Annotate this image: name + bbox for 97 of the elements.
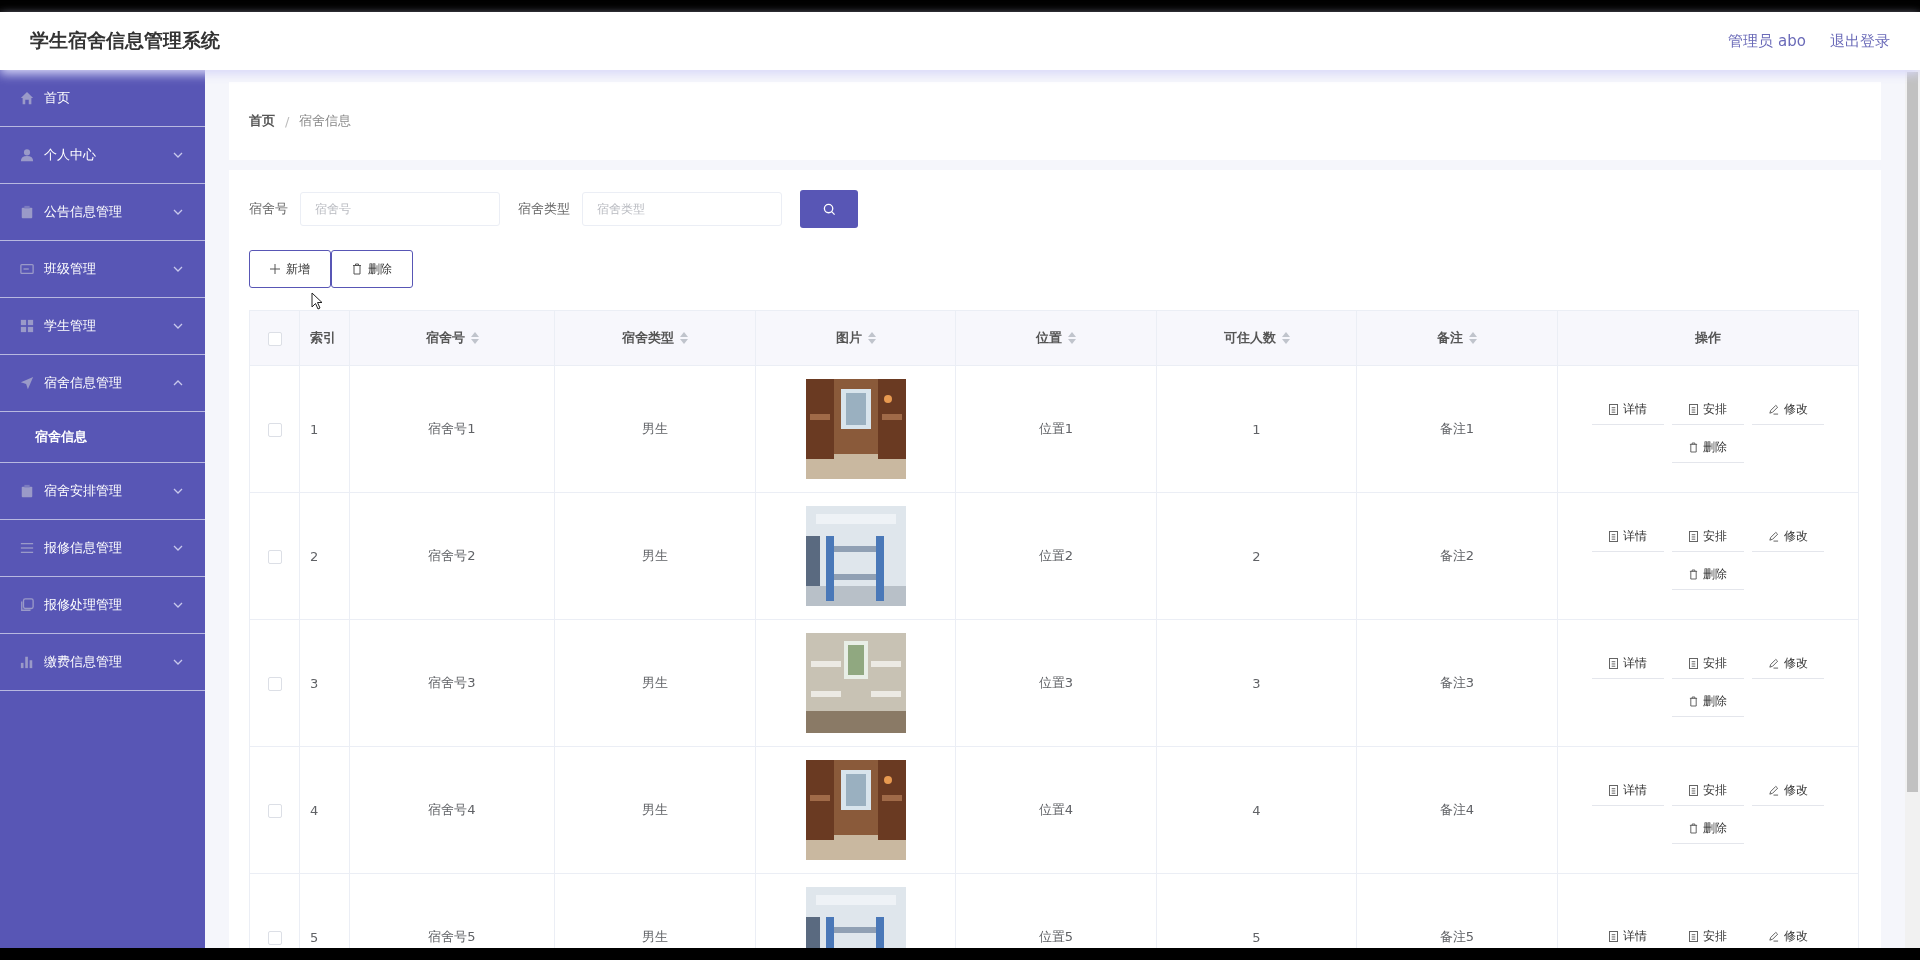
clipboard-icon [20,205,34,219]
breadcrumb-separator: / [285,113,290,129]
search-field[interactable]: 宿舍号 [300,192,500,226]
pencil-icon [1768,658,1779,669]
sort-icon [1281,332,1290,344]
table-cell: 男生 [642,675,668,690]
table-cell: 宿舍号2 [428,548,476,563]
person-icon [20,148,34,162]
document-icon [1689,531,1698,542]
table-cell: 男生 [642,548,668,563]
logout-link[interactable]: 退出登录 [1830,31,1890,51]
document-icon [1609,531,1618,542]
table-cell: 位置2 [1038,548,1074,563]
table-cell: 2 [310,548,319,564]
table-cell: 位置3 [1038,675,1074,690]
column-header[interactable]: 图片 [835,329,876,347]
table-cell: 1 [1252,421,1261,437]
column-header: 操作 [1695,329,1721,347]
sidebar-subitem[interactable]: 宿舍信息 [0,412,205,462]
table-cell: 1 [310,421,319,437]
search-field[interactable]: 宿舍类型 [582,192,782,226]
app-title: 学生宿舍信息管理系统 [30,28,220,53]
field-label: 宿舍类型 [518,200,570,218]
table-cell: 4 [310,802,319,818]
column-header[interactable]: 备注 [1437,329,1477,347]
checkbox[interactable] [267,676,282,691]
scrollbar-thumb[interactable] [1907,72,1918,792]
bar-chart-icon [20,655,34,669]
sort-icon [470,332,479,344]
pencil-icon [1768,531,1779,542]
column-header: 索引 [310,329,336,347]
table-cell: 2 [1252,548,1261,564]
document-icon [1689,785,1698,796]
table-cell: 4 [1252,802,1261,818]
pencil-icon [1768,404,1779,415]
document-icon [1689,931,1698,942]
document-icon [1609,658,1618,669]
column-header[interactable]: 宿舍类型 [622,329,688,347]
checkbox[interactable] [267,930,282,945]
search-icon [822,202,836,216]
document-icon [1689,404,1698,415]
document-icon [1609,785,1618,796]
sliders-icon [20,541,34,555]
clipboard-icon [20,484,34,498]
table-cell: 备注3 [1439,675,1475,690]
trash-icon [1689,823,1698,834]
paper-plane-icon [20,376,34,390]
trash-icon [1689,696,1698,707]
table-cell: 3 [310,675,319,691]
table-cell: 备注5 [1439,929,1475,944]
table-cell: 男生 [642,802,668,817]
column-header[interactable]: 位置 [1036,329,1076,347]
checkbox[interactable] [267,803,282,818]
table-cell: 男生 [642,929,668,944]
field-label: 宿舍号 [249,200,288,218]
document-icon [1689,658,1698,669]
grid-icon [20,319,34,333]
copy-icon [20,598,34,612]
table-cell: 位置1 [1038,421,1074,436]
breadcrumb-item[interactable]: 首页 [249,112,275,130]
table-cell: 备注4 [1439,802,1475,817]
add-button[interactable]: 新增 [249,250,331,288]
search-button[interactable] [800,190,858,228]
checkbox[interactable] [267,331,282,346]
card-icon [20,262,34,276]
table-cell: 宿舍号4 [428,802,476,817]
document-icon [1609,404,1618,415]
table-cell: 5 [1252,929,1261,945]
trash-icon [1689,569,1698,580]
table-cell: 备注1 [1439,421,1475,436]
plus-icon [270,264,280,274]
document-icon [1609,931,1618,942]
table-cell: 宿舍号1 [428,421,476,436]
user-name: 管理员 abo [1728,31,1806,51]
checkbox[interactable] [267,549,282,564]
table-cell: 男生 [642,421,668,436]
table-cell: 宿舍号3 [428,675,476,690]
sort-icon [1469,332,1477,344]
table-cell: 备注2 [1439,548,1475,563]
table-cell: 3 [1252,675,1261,691]
trash-icon [1689,442,1698,453]
table-cell: 5 [310,929,319,945]
sort-icon [1068,332,1076,344]
delete-button[interactable]: 删除 [331,250,413,288]
column-header[interactable]: 可住人数 [1223,329,1290,347]
table-cell: 位置5 [1038,929,1074,944]
breadcrumb-item: 宿舍信息 [299,112,352,130]
home-icon [20,91,34,105]
checkbox[interactable] [267,422,282,437]
table-cell: 位置4 [1038,802,1074,817]
pencil-icon [1768,931,1779,942]
sort-icon [680,332,688,344]
column-header[interactable]: 宿舍号 [425,329,479,347]
table-cell: 宿舍号5 [428,929,476,944]
pencil-icon [1768,785,1779,796]
trash-icon [352,263,362,275]
sort-icon [867,332,876,344]
